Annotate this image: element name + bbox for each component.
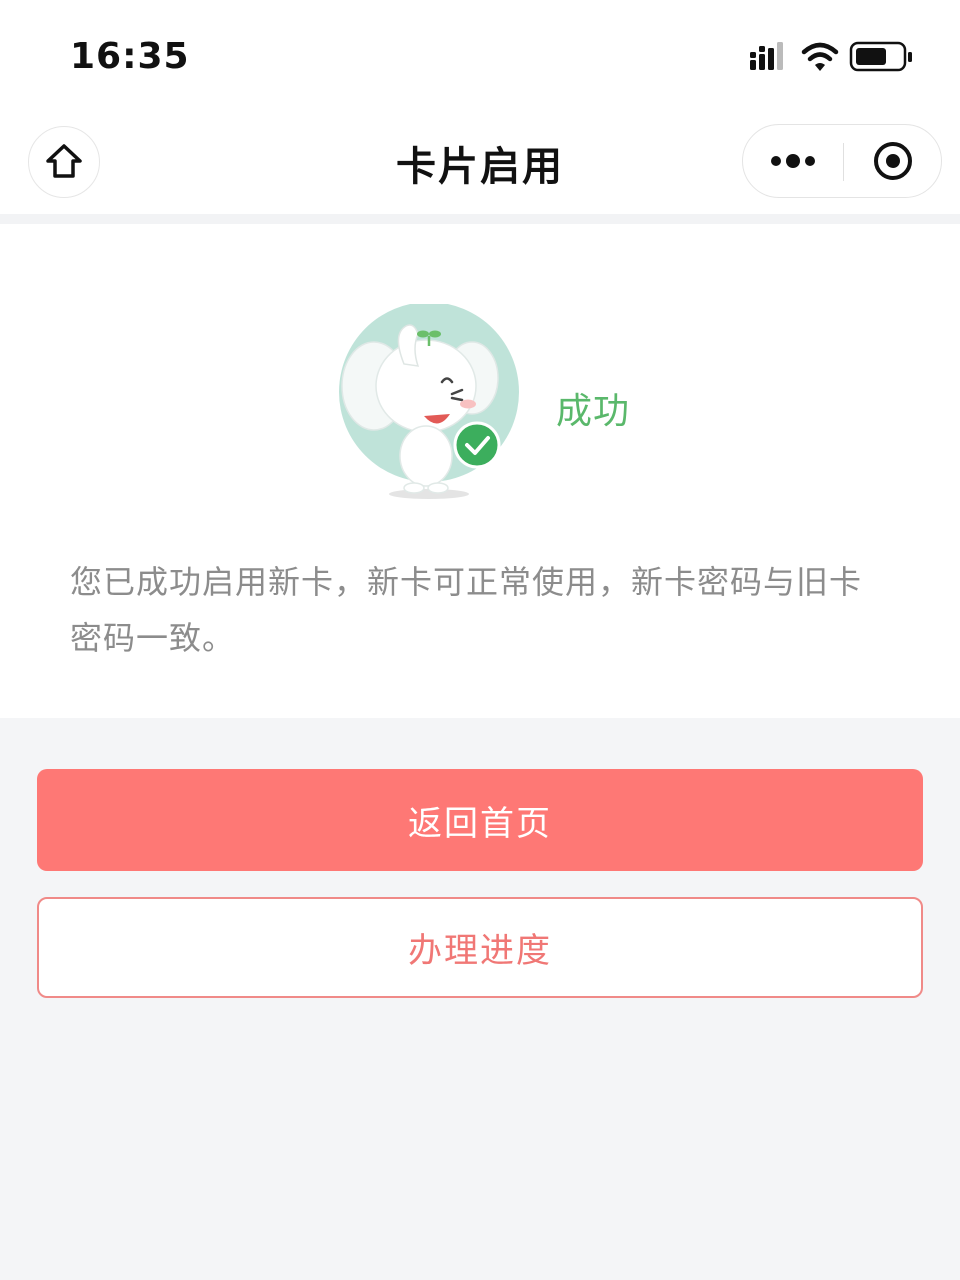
more-dots-icon — [771, 154, 815, 168]
progress-button[interactable]: 办理进度 — [37, 897, 923, 998]
target-close-icon — [874, 142, 912, 180]
elephant-mascot-illustration — [334, 302, 524, 504]
close-button[interactable] — [844, 125, 942, 197]
success-message: 您已成功启用新卡，新卡可正常使用，新卡密码与旧卡密码一致。 — [70, 563, 863, 657]
status-icons — [750, 40, 920, 76]
result-card: 成功 您已成功启用新卡，新卡可正常使用，新卡密码与旧卡密码一致。 — [0, 224, 960, 718]
battery-icon — [849, 41, 912, 72]
success-status-text: 成功 — [556, 391, 631, 432]
more-button[interactable] — [743, 125, 843, 197]
status-bar: 16:35 — [0, 0, 960, 110]
signal-icon — [750, 42, 783, 70]
mini-program-capsule — [742, 124, 942, 198]
nav-bar: 卡片启用 — [0, 110, 960, 214]
wifi-icon — [801, 42, 839, 71]
status-time: 16:35 — [70, 36, 190, 77]
return-home-button[interactable]: 返回首页 — [37, 769, 923, 871]
nav-divider — [0, 214, 960, 224]
